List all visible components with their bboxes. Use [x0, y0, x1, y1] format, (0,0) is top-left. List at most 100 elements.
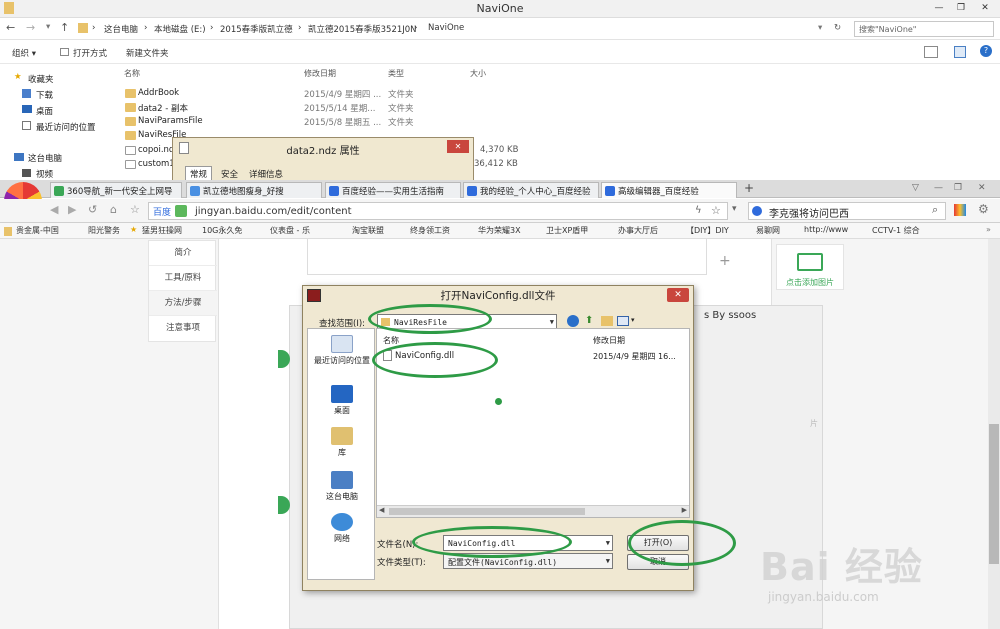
forward-arrow-icon[interactable]: → — [26, 21, 35, 34]
bookmark-item[interactable]: 淘宝联盟 — [352, 225, 384, 236]
properties-close-button[interactable]: ✕ — [447, 140, 469, 153]
back-arrow-icon[interactable]: ← — [6, 21, 15, 34]
browser-tab[interactable]: 凯立德地图瘦身_好搜 — [186, 182, 322, 198]
nav-intro[interactable]: 简介 — [149, 241, 217, 266]
favorites-icon[interactable]: ☆ — [130, 203, 140, 216]
browser-search-input[interactable]: 李克强将访问巴西 — [748, 202, 946, 220]
bookmark-item[interactable]: 猛男狂操网 — [142, 225, 182, 236]
add-image-panel[interactable]: 点击添加图片 — [776, 244, 844, 290]
bookmark-item[interactable]: 仪表盘 - 乐 — [270, 225, 310, 236]
forward-icon[interactable]: ▶ — [68, 203, 76, 216]
bookmark-item[interactable]: 华为荣耀3X — [478, 225, 521, 236]
recent-dropdown-icon[interactable]: ▾ — [46, 22, 50, 32]
help-icon[interactable]: ? — [980, 45, 992, 57]
organize-menu[interactable]: 组织 ▾ — [12, 47, 36, 59]
nav-favorites[interactable]: 收藏夹 — [28, 73, 54, 85]
props-tab-security[interactable]: 安全 — [221, 168, 238, 180]
nav-notes[interactable]: 注意事项 — [149, 316, 217, 341]
column-header-date[interactable]: 修改日期 — [304, 68, 336, 79]
bookmark-item[interactable]: 终身领工资 — [410, 225, 450, 236]
settings-icon[interactable]: ⚙ — [978, 202, 989, 216]
step-text-box[interactable] — [307, 239, 707, 275]
crumb-folder-3[interactable]: NaviOne — [428, 23, 464, 33]
place-library[interactable]: 库 — [308, 427, 376, 458]
browser-tab-active[interactable]: 高级编辑器_百度经验 — [601, 182, 737, 198]
skin-icon[interactable]: ▽ — [912, 183, 919, 193]
crumb-drive[interactable]: 本地磁盘 (E:) — [154, 23, 206, 35]
up-arrow-icon[interactable]: ↑ — [60, 21, 69, 34]
scroll-left-icon[interactable]: ◀ — [379, 506, 384, 514]
bookmark-item[interactable]: 阳光警务 — [88, 225, 120, 236]
crumb-this-pc[interactable]: 这台电脑 — [104, 23, 138, 35]
refresh-icon[interactable]: ↻ — [834, 23, 841, 33]
search-icon[interactable]: ⌕ — [932, 203, 938, 217]
maximize-button[interactable]: ❐ — [950, 0, 972, 16]
bookmark-item[interactable]: CCTV-1 综合 — [872, 225, 920, 236]
go-back-icon[interactable] — [567, 315, 579, 327]
list-header-name[interactable]: 名称 — [383, 335, 399, 346]
browser-restore-button[interactable]: ❐ — [954, 183, 962, 193]
column-header-size[interactable]: 大小 — [470, 68, 486, 79]
props-tab-details[interactable]: 详细信息 — [249, 168, 283, 180]
new-tab-button[interactable]: + — [744, 181, 754, 195]
open-with-button[interactable]: 打开方式 — [73, 47, 107, 59]
home-icon[interactable]: ⌂ — [110, 203, 117, 216]
up-folder-icon[interactable]: ⬆ — [585, 315, 593, 326]
extension-icon[interactable] — [954, 204, 966, 216]
nav-desktop[interactable]: 桌面 — [36, 105, 53, 117]
bookmark-item[interactable]: 易聊网 — [756, 225, 780, 236]
undo-close-icon[interactable]: ↺ — [88, 203, 97, 216]
browser-tab[interactable]: 百度经验——实用生活指南 — [325, 182, 461, 198]
dialog-close-button[interactable]: ✕ — [667, 288, 689, 302]
browser-close-button[interactable]: ✕ — [978, 183, 986, 193]
column-header-name[interactable]: 名称 — [124, 68, 140, 79]
browser-tab[interactable]: 360导航_新一代安全上网导 — [50, 182, 182, 198]
nav-recent[interactable]: 最近访问的位置 — [36, 121, 96, 133]
back-icon[interactable]: ◀ — [50, 203, 58, 216]
bookmark-item[interactable]: http://www — [804, 225, 848, 234]
scrollbar-thumb[interactable] — [389, 508, 585, 515]
preview-pane-icon[interactable] — [954, 46, 966, 58]
place-network[interactable]: 网络 — [308, 513, 376, 544]
list-header-date[interactable]: 修改日期 — [593, 335, 625, 346]
close-button[interactable]: ✕ — [974, 0, 996, 16]
nav-steps[interactable]: 方法/步骤 — [149, 291, 217, 316]
new-folder-icon[interactable] — [601, 316, 613, 326]
crumb-folder-1[interactable]: 2015春季版凯立德 — [220, 23, 293, 35]
nav-this-pc[interactable]: 这台电脑 — [28, 152, 62, 164]
nav-tools[interactable]: 工具/原料 — [149, 266, 217, 291]
file-row[interactable]: AddrBook 2015/4/9 星期四 ... 文件夹 — [122, 88, 502, 102]
crumb-folder-2[interactable]: 凯立德2015春季版3521J0N — [308, 23, 417, 35]
column-header-type[interactable]: 类型 — [388, 68, 404, 79]
minimize-button[interactable]: — — [928, 0, 950, 16]
place-desktop[interactable]: 桌面 — [308, 385, 376, 416]
file-row[interactable]: data2 - 副本 2015/5/14 星期... 文件夹 — [122, 102, 502, 116]
view-menu-chevron-icon[interactable]: ▾ — [631, 316, 635, 324]
view-options-icon[interactable] — [924, 46, 938, 58]
flash-icon[interactable]: ϟ — [695, 205, 702, 216]
address-dropdown-icon[interactable]: ▾ — [818, 23, 822, 33]
add-step-button[interactable]: + — [719, 253, 731, 269]
bookmark-item[interactable]: 办事大厅后 — [618, 225, 658, 236]
scrollbar-thumb[interactable] — [989, 424, 999, 564]
explorer-search-input[interactable]: 搜索"NaviOne" — [854, 21, 994, 37]
file-row[interactable]: NaviParamsFile 2015/5/8 星期五 ... 文件夹 — [122, 116, 502, 130]
bookmark-item[interactable]: 贵金属-中国 — [16, 225, 59, 236]
browser-tab[interactable]: 我的经验_个人中心_百度经验 — [463, 182, 599, 198]
horizontal-scrollbar[interactable]: ◀ ▶ — [377, 505, 689, 517]
view-menu-icon[interactable] — [617, 316, 629, 326]
props-tab-general[interactable]: 常规 — [185, 166, 213, 181]
new-folder-button[interactable]: 新建文件夹 — [126, 47, 169, 59]
nav-download[interactable]: 下载 — [36, 89, 53, 101]
url-dropdown-icon[interactable]: ▾ — [732, 204, 737, 214]
nav-video[interactable]: 视频 — [36, 168, 53, 180]
scroll-right-icon[interactable]: ▶ — [682, 506, 687, 514]
bookmark-item[interactable]: 【DIY】DIY — [686, 225, 729, 236]
place-recent[interactable]: 最近访问的位置 — [308, 335, 376, 366]
browser-minimize-button[interactable]: — — [934, 183, 943, 193]
place-this-pc[interactable]: 这台电脑 — [308, 471, 376, 502]
bookmark-item[interactable]: 卫士XP盾甲 — [546, 225, 588, 236]
bookmark-item[interactable]: 10G永久免 — [202, 225, 242, 236]
search-engine-icon[interactable] — [752, 206, 762, 216]
bookmark-star-icon[interactable]: ☆ — [711, 204, 721, 217]
